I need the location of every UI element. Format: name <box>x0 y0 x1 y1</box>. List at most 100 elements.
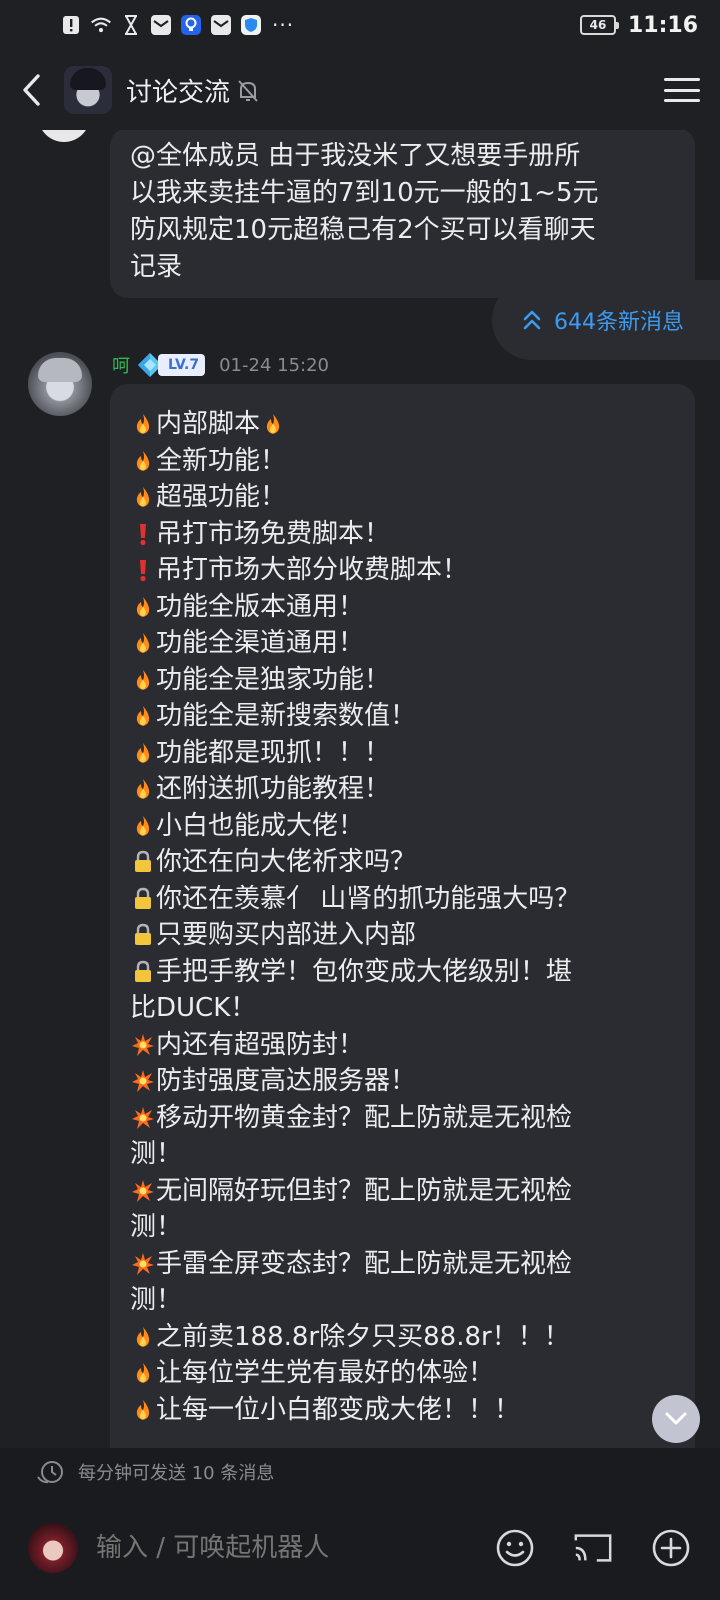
fire-icon <box>130 1355 156 1392</box>
level-label: LV.7 <box>158 354 206 376</box>
status-right: 46 11:16 <box>579 12 698 38</box>
message-line: 测！ <box>130 1209 673 1246</box>
message-line-text: 测！ <box>130 1212 183 1242</box>
fire-icon <box>130 589 156 626</box>
message-line-text: 吊打市场大部分收费脚本！ <box>156 555 469 585</box>
level-badge: LV.7 <box>136 352 206 378</box>
back-icon[interactable] <box>20 70 50 110</box>
explosion-icon <box>130 1173 156 1210</box>
fire-icon <box>130 698 156 735</box>
message-line: 手把手教学！包你变成大佬级别！堪 <box>130 954 673 991</box>
message-line: 防封强度高达服务器！ <box>130 1063 673 1100</box>
new-messages-button[interactable]: 644条新消息 <box>492 280 720 360</box>
sender-name[interactable]: 呵 <box>112 352 130 378</box>
message-line: 只要购买内部进入内部 <box>130 917 673 954</box>
input-actions <box>494 1527 692 1569</box>
wifi-icon <box>90 14 112 36</box>
menu-icon[interactable] <box>664 75 700 105</box>
exclamation-icon <box>130 552 156 589</box>
avatar[interactable] <box>28 352 92 416</box>
message-bubble[interactable]: 内部脚本 全新功能！ 超强功能！ 吊打市场免费脚本！ 吊打市场大部分收费脚本！ 功能全版本… <box>110 384 695 1448</box>
message-line-text: 功能全是新搜索数值！ <box>156 701 417 731</box>
message-line: 超强功能！ <box>130 479 673 516</box>
more-notifications-indicator: ··· <box>272 13 295 37</box>
message-line-text: 测！ <box>130 1285 183 1315</box>
fire-icon <box>130 406 156 443</box>
chat-header: 讨论交流 <box>0 50 720 130</box>
message-input[interactable] <box>96 1533 482 1563</box>
battery-level: 46 <box>589 18 607 32</box>
message-time: 01-24 15:20 <box>219 354 329 376</box>
chat-area[interactable]: @全体成员 由于我没米了又想要手册所 以我来卖挂牛逼的7到10元一般的1~5元 … <box>0 130 720 1448</box>
new-messages-count: 644条新消息 <box>554 310 684 335</box>
message-line-text: 超强功能！ <box>156 482 287 512</box>
group-avatar[interactable] <box>64 66 112 114</box>
double-chevron-up-icon <box>522 308 542 332</box>
cast-icon[interactable] <box>572 1527 614 1569</box>
message-line-text: 小白也能成大佬！ <box>156 810 365 841</box>
explosion-icon <box>130 1100 156 1137</box>
message-line-text: 你还在羡慕亻 山肾的抓功能强大吗？ <box>156 883 581 914</box>
message-line: 功能都是现抓！！！ <box>130 735 673 772</box>
message-line: 吊打市场免费脚本！ <box>130 516 673 553</box>
status-time: 11:16 <box>627 12 698 38</box>
lock-icon <box>130 954 156 991</box>
message-line-text: 还附送抓功能教程！ <box>156 774 391 804</box>
message-line: @全体成员 由于我没米了又想要手册所 <box>130 141 581 171</box>
message-line-text: 功能都是现抓！！！ <box>156 737 391 768</box>
message-line: 功能全版本通用！ <box>130 589 673 626</box>
fire-icon <box>130 625 156 662</box>
message-line-text: 让每一位小白都变成大佬！！！ <box>156 1394 521 1425</box>
chevron-down-icon <box>665 1412 687 1425</box>
message-line-text: 功能全渠道通用！ <box>156 628 365 658</box>
mute-icon <box>236 78 260 102</box>
message-line: 测！ <box>130 1136 673 1173</box>
message-line-text: 功能全是独家功能！ <box>156 664 391 695</box>
fire-icon <box>130 443 156 480</box>
message-line-text: 比DUCK！ <box>130 993 257 1023</box>
hourglass-icon <box>120 14 142 36</box>
message-line-text: 你还在向大佬祈求吗？ <box>156 847 417 877</box>
emoji-icon[interactable] <box>494 1527 536 1569</box>
exclamation-icon <box>130 516 156 553</box>
lightbulb-app-icon <box>180 14 202 36</box>
input-bar <box>0 1496 720 1600</box>
message-line: 内还有超强防封！ <box>130 1027 673 1064</box>
lock-icon <box>130 917 156 954</box>
message-line-text: 内还有超强防封！ <box>156 1029 365 1060</box>
scroll-to-bottom-button[interactable] <box>652 1395 700 1443</box>
fire-icon <box>130 771 156 808</box>
page-title[interactable]: 讨论交流 <box>126 72 230 109</box>
add-icon[interactable] <box>650 1527 692 1569</box>
fire-icon <box>130 662 156 699</box>
message-line-text: 无间隔好玩但封？配上防就是无视检 <box>156 1175 573 1206</box>
rate-limit-text: 每分钟可发送 10 条消息 <box>78 1463 275 1484</box>
avatar[interactable] <box>28 1523 78 1573</box>
battery-icon: 46 <box>579 15 619 35</box>
slow-mode-icon <box>37 1461 63 1484</box>
message-line: 还附送抓功能教程！ <box>130 771 673 808</box>
status-icons: ··· <box>60 13 294 37</box>
status-bar: ··· 46 11:16 <box>0 0 720 50</box>
message-line: 测！ <box>130 1282 673 1319</box>
message-line: 小白也能成大佬！ <box>130 808 673 845</box>
sender-row: 呵 LV.7 01-24 15:20 <box>112 350 329 380</box>
fire-icon <box>130 808 156 845</box>
message-line: 你还在羡慕亻 山肾的抓功能强大吗？ <box>130 881 673 918</box>
message-line: 之前卖188.8r除夕只买88.8r！！！ <box>130 1319 673 1356</box>
avatar[interactable] <box>38 130 90 142</box>
fire-icon <box>130 479 156 516</box>
message-line: 功能全是新搜索数值！ <box>130 698 673 735</box>
message-line: 比DUCK！ <box>130 990 673 1027</box>
fire-icon <box>260 406 286 443</box>
message-bubble[interactable]: @全体成员 由于我没米了又想要手册所 以我来卖挂牛逼的7到10元一般的1~5元 … <box>110 130 695 298</box>
fire-icon <box>130 1319 156 1356</box>
explosion-icon <box>130 1246 156 1283</box>
message-line-text: 只要购买内部进入内部 <box>156 920 417 950</box>
message-line-text: 吊打市场免费脚本！ <box>156 518 391 549</box>
message-line-text: 内部脚本 <box>156 409 261 439</box>
message-line-text: 手把手教学！包你变成大佬级别！堪 <box>156 956 573 987</box>
fire-icon <box>130 1392 156 1429</box>
rate-limit-bar: 每分钟可发送 10 条消息 <box>0 1448 720 1496</box>
explosion-icon <box>130 1027 156 1064</box>
